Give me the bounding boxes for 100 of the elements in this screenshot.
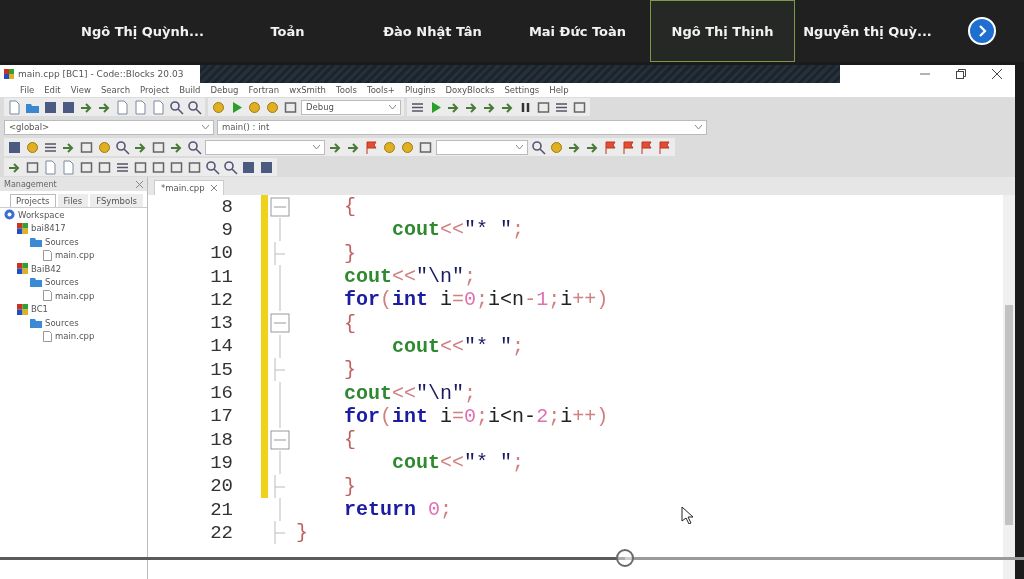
flag-icon[interactable] <box>639 139 654 155</box>
next-button[interactable] <box>968 17 996 45</box>
panel-tab[interactable]: FSymbols <box>90 194 143 207</box>
participant-tab[interactable]: Toản <box>215 0 360 62</box>
regex-field[interactable] <box>436 139 528 155</box>
square-icon[interactable] <box>151 139 166 155</box>
participant-tab[interactable]: Mai Đức Toàn <box>505 0 650 62</box>
project-icon <box>17 303 28 315</box>
menu-item[interactable]: Plugins <box>404 84 436 95</box>
tree-item[interactable]: Sources <box>45 277 79 288</box>
line-number: 19 <box>209 451 234 474</box>
square-icon[interactable] <box>133 159 148 175</box>
panel-tab[interactable]: Files <box>57 194 89 207</box>
editor-tab[interactable]: *main.cpp <box>154 180 224 195</box>
participant-tab[interactable]: Ngô Thị Quỳnh... <box>70 0 215 62</box>
scope-select[interactable]: <global> <box>4 119 214 135</box>
menu-item[interactable]: Build <box>179 84 201 95</box>
document-icon[interactable] <box>7 99 22 115</box>
globe-icon <box>4 209 15 221</box>
square-icon[interactable] <box>97 159 112 175</box>
fold-marker-icon[interactable] <box>270 196 290 217</box>
magnifier-icon[interactable] <box>531 139 546 155</box>
square-icon[interactable] <box>169 159 184 175</box>
menu-item[interactable]: File <box>20 84 35 95</box>
fold-marker-icon[interactable] <box>270 313 290 334</box>
magnifier-icon[interactable] <box>187 139 202 155</box>
tree-item[interactable]: main.cpp <box>55 290 95 301</box>
document-icon[interactable] <box>115 99 130 115</box>
fold-marker-icon[interactable] <box>270 429 290 450</box>
menu-item[interactable]: View <box>70 84 91 95</box>
tree-item[interactable]: Sources <box>45 236 79 247</box>
square-icon[interactable] <box>25 159 40 175</box>
panel-title: Management <box>4 179 57 189</box>
menu-item[interactable]: DoxyBlocks <box>445 84 495 95</box>
build-target-select[interactable]: Debug <box>301 99 401 115</box>
line-number: 8 <box>220 195 234 218</box>
tree-item[interactable]: Sources <box>45 317 79 328</box>
tree-item[interactable]: BC1 <box>31 304 49 315</box>
magnifier-icon[interactable] <box>115 139 130 155</box>
menu-item[interactable]: Tools <box>335 84 357 95</box>
magnifier-icon[interactable] <box>205 159 220 175</box>
line-number: 20 <box>209 475 234 498</box>
flag-icon[interactable] <box>657 139 672 155</box>
square-icon[interactable] <box>187 159 202 175</box>
seek-thumb[interactable] <box>615 549 634 567</box>
menu-item[interactable]: Fortran <box>248 84 280 95</box>
line-number: 17 <box>209 405 234 428</box>
square-icon[interactable] <box>418 139 433 155</box>
fold-line-icon <box>279 498 281 521</box>
magnifier-icon[interactable] <box>187 99 202 115</box>
menu-item[interactable]: Help <box>549 84 569 95</box>
participant-tab[interactable]: Nguyễn thị Quỳ... <box>795 0 940 62</box>
file-icon <box>43 330 52 342</box>
window-title: main.cpp [BC1] - Code::Blocks 20.03 <box>18 68 184 79</box>
close-icon[interactable] <box>210 185 217 191</box>
scrollbar[interactable] <box>1003 195 1015 579</box>
tree-item[interactable]: bai8417 <box>31 223 66 234</box>
restore-icon <box>956 68 966 79</box>
flag-icon[interactable] <box>621 139 636 155</box>
code-line: } <box>343 358 356 382</box>
search-field[interactable] <box>205 139 325 155</box>
tree-item[interactable]: main.cpp <box>55 250 95 261</box>
square-icon[interactable] <box>283 99 298 115</box>
menu-item[interactable]: Project <box>140 84 170 95</box>
square-icon[interactable] <box>79 139 94 155</box>
mouse-cursor-icon <box>681 506 693 524</box>
menu-item[interactable]: wxSmith <box>289 84 326 95</box>
square-icon[interactable] <box>151 159 166 175</box>
close-icon <box>992 68 1002 79</box>
panel-tab[interactable]: Projects <box>10 194 56 207</box>
document-icon[interactable] <box>133 99 148 115</box>
code-line: } <box>343 241 356 265</box>
line-number: 9 <box>220 218 234 241</box>
magnifier-icon[interactable] <box>169 99 184 115</box>
folder-icon <box>30 277 42 288</box>
menu-item[interactable]: Settings <box>504 84 540 95</box>
participant-tab[interactable]: Đào Nhật Tân <box>360 0 505 62</box>
square-icon[interactable] <box>572 99 587 115</box>
chevron-right-icon <box>976 25 988 37</box>
magnifier-icon[interactable] <box>223 159 238 175</box>
square-icon[interactable] <box>79 159 94 175</box>
menu-item[interactable]: Debug <box>210 84 239 95</box>
line-number: 18 <box>209 428 234 451</box>
menu-item[interactable]: Search <box>100 84 131 95</box>
tree-item[interactable]: BaiB42 <box>31 263 62 274</box>
menu-item[interactable]: Edit <box>44 84 61 95</box>
file-icon <box>43 290 52 302</box>
tree-item[interactable]: main.cpp <box>55 331 95 342</box>
tree-item[interactable]: Workspace <box>18 209 65 220</box>
code-line: { <box>343 195 356 219</box>
symbol-select[interactable]: main() : int <box>217 119 707 135</box>
fold-line-icon <box>279 451 281 475</box>
square-icon[interactable] <box>536 99 551 115</box>
menu-item[interactable]: Tools+ <box>366 84 395 95</box>
line-number: 12 <box>209 288 234 311</box>
code-line: { <box>343 428 356 452</box>
close-icon[interactable] <box>136 180 143 188</box>
flag-icon[interactable] <box>364 139 379 155</box>
flag-icon[interactable] <box>603 139 618 155</box>
participant-tab[interactable]: Ngô Thị Thịnh <box>650 0 795 62</box>
